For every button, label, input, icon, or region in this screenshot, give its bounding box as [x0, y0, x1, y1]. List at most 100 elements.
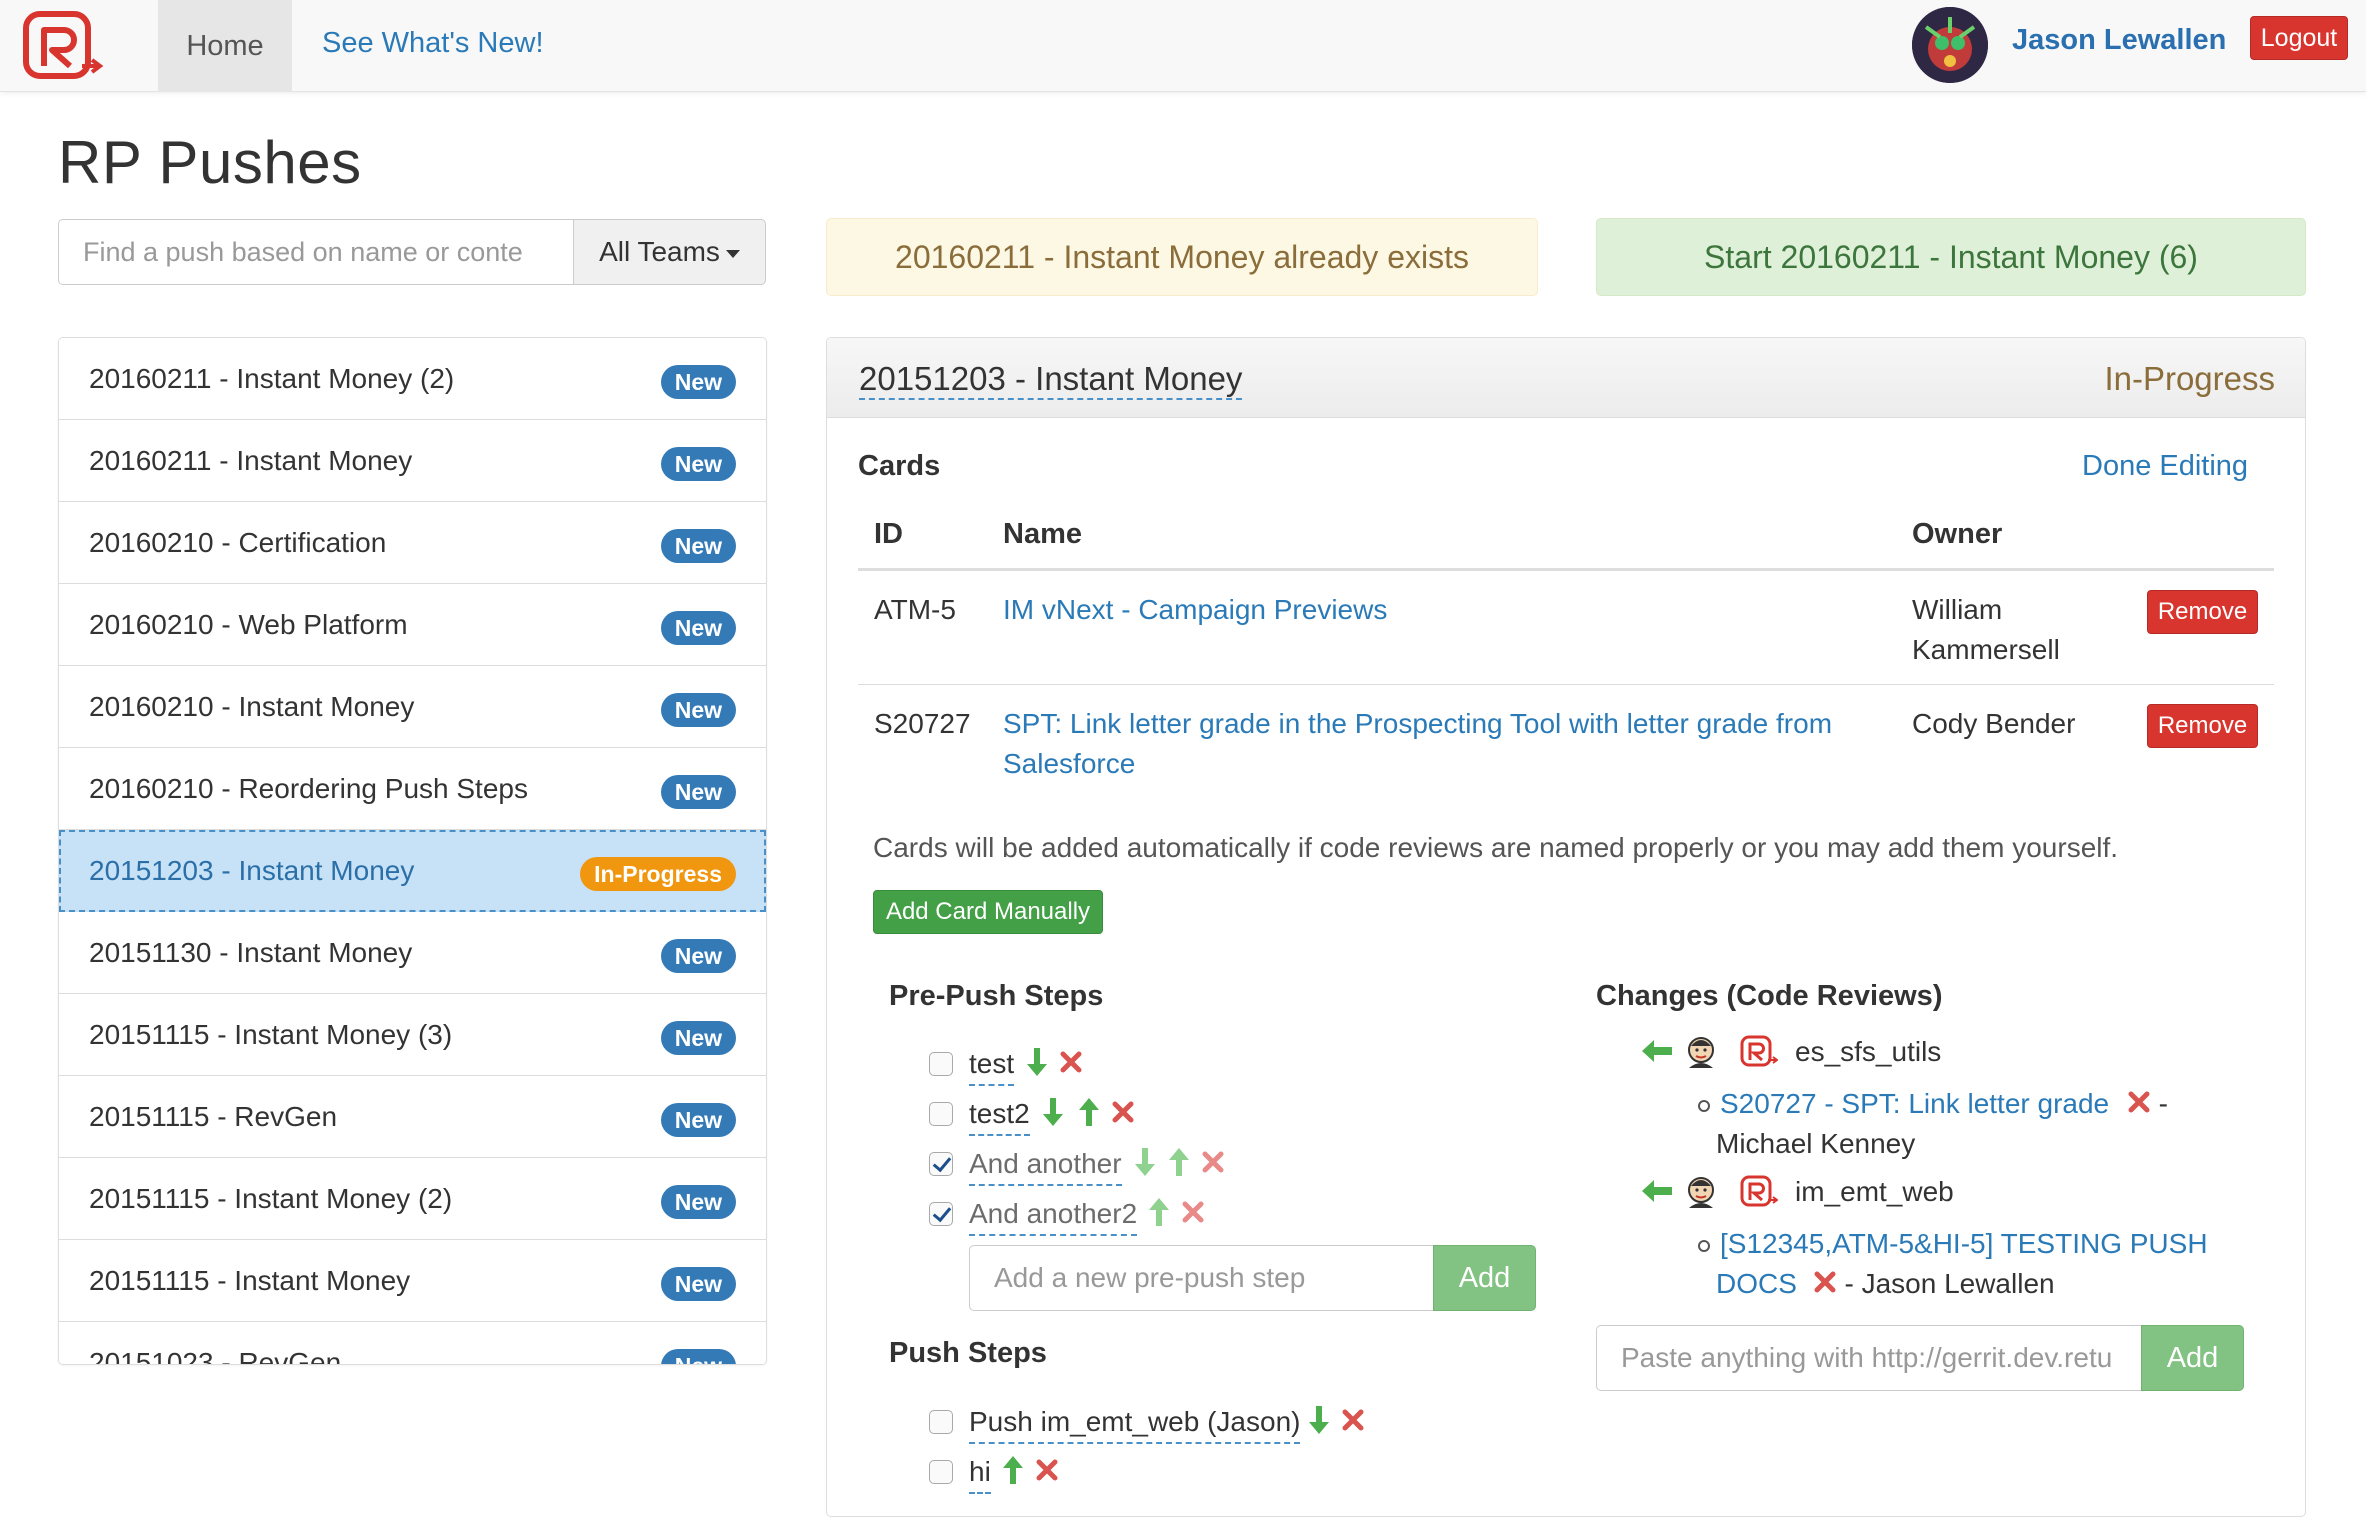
column-header-id: ID: [874, 518, 903, 550]
step-row: test2: [929, 1094, 1149, 1136]
step-checkbox[interactable]: [929, 1460, 953, 1484]
step-row: Push im_emt_web (Jason): [929, 1402, 1369, 1444]
code-review-author: Michael Kenney: [1716, 1128, 1916, 1159]
arrow-down-icon[interactable]: [1307, 1404, 1331, 1436]
add-code-review-button[interactable]: Add: [2141, 1325, 2244, 1391]
x-delete-icon[interactable]: [1341, 1404, 1365, 1436]
code-review-author: - Jason Lewallen: [1836, 1268, 2055, 1299]
status-badge: New: [660, 447, 736, 481]
list-item[interactable]: 20151115 - RevGen New: [59, 1076, 766, 1158]
avatar[interactable]: [1912, 7, 1988, 83]
push-list: 20160211 - Instant Money (2) New 2016021…: [58, 337, 767, 1365]
list-item-label: 20151023 - RevGen: [89, 1347, 342, 1365]
status-badge: New: [660, 1021, 736, 1055]
search-input[interactable]: Find a push based on name or conte: [58, 219, 574, 285]
arrow-up-icon[interactable]: [1077, 1096, 1101, 1128]
code-review-link[interactable]: S20727 - SPT: Link letter grade: [1720, 1088, 2109, 1119]
status-badge: New: [660, 1103, 736, 1137]
arrow-up-icon[interactable]: [1167, 1146, 1191, 1178]
teams-dropdown[interactable]: All Teams: [573, 219, 766, 285]
status-badge: New: [660, 693, 736, 727]
step-checkbox[interactable]: [929, 1152, 953, 1176]
step-checkbox[interactable]: [929, 1202, 953, 1226]
repo-name: im_emt_web: [1795, 1176, 1954, 1207]
user-name[interactable]: Jason Lewallen: [2012, 0, 2226, 92]
x-delete-icon[interactable]: [1201, 1146, 1225, 1178]
detail-title[interactable]: 20151203 - Instant Money: [859, 338, 1243, 400]
step-text[interactable]: And another2: [969, 1194, 1138, 1236]
column-header-owner: Owner: [1912, 518, 2003, 550]
list-item-active[interactable]: 20151203 - Instant Money In-Progress: [59, 830, 766, 912]
card-owner: Kammersell: [1912, 634, 2060, 665]
step-row: And another: [929, 1144, 1249, 1186]
caret-down-icon: [725, 249, 740, 258]
list-item[interactable]: 20160210 - Web Platform New: [59, 584, 766, 666]
list-item[interactable]: 20160211 - Instant Money New: [59, 420, 766, 502]
done-editing-link[interactable]: Done Editing: [2082, 450, 2248, 483]
table-header-divider: [858, 568, 2274, 571]
list-item[interactable]: 20151023 - RevGen New: [59, 1322, 766, 1365]
x-delete-icon[interactable]: [1181, 1196, 1205, 1228]
remove-card-button[interactable]: Remove: [2147, 704, 2258, 748]
x-delete-icon[interactable]: [2127, 1089, 2151, 1115]
step-text[interactable]: hi: [969, 1452, 991, 1494]
start-push-button[interactable]: Start 20160211 - Instant Money (6): [1596, 218, 2306, 296]
step-checkbox[interactable]: [929, 1102, 953, 1126]
step-text[interactable]: test: [969, 1044, 1015, 1086]
arrow-up-icon[interactable]: [1147, 1196, 1171, 1228]
add-pre-push-step-button[interactable]: Add: [1433, 1245, 1536, 1311]
logout-button[interactable]: Logout: [2250, 16, 2348, 60]
rp-logo-icon[interactable]: [22, 8, 104, 82]
card-id: S20727: [874, 708, 971, 739]
list-item-label: 20160211 - Instant Money: [89, 445, 413, 476]
arrow-left-icon[interactable]: [1640, 1178, 1674, 1204]
card-name-link[interactable]: SPT: Link letter grade in the Prospectin…: [1003, 704, 1832, 744]
arrow-down-icon[interactable]: [1025, 1046, 1049, 1078]
gerrit-url-input[interactable]: Paste anything with http://gerrit.dev.re…: [1596, 1325, 2142, 1391]
code-review-link[interactable]: DOCS: [1716, 1268, 1797, 1299]
list-item[interactable]: 20160210 - Certification New: [59, 502, 766, 584]
pre-push-step-input[interactable]: Add a new pre-push step: [969, 1245, 1434, 1311]
x-delete-icon[interactable]: [1035, 1454, 1059, 1486]
step-checkbox[interactable]: [929, 1410, 953, 1434]
jenkins-icon: [1688, 1177, 1714, 1208]
list-item[interactable]: 20160210 - Instant Money New: [59, 666, 766, 748]
list-item-label: 20151115 - Instant Money (2): [89, 1183, 453, 1214]
list-item[interactable]: 20160211 - Instant Money (2) New: [59, 338, 766, 420]
x-delete-icon[interactable]: [1813, 1269, 1837, 1295]
code-review-link[interactable]: [S12345,ATM-5&HI-5] TESTING PUSH: [1720, 1228, 2208, 1259]
push-exists-alert: 20160211 - Instant Money already exists: [826, 218, 1538, 296]
code-review-item: S20727 - SPT: Link letter grade -: [1698, 1084, 2168, 1124]
step-checkbox[interactable]: [929, 1052, 953, 1076]
status-badge: New: [660, 365, 736, 399]
list-item[interactable]: 20151115 - Instant Money New: [59, 1240, 766, 1322]
code-review-separator: -: [2150, 1088, 2169, 1119]
page: Home See What's New! Jason Lewallen Logo…: [0, 0, 2366, 1517]
list-item[interactable]: 20151115 - Instant Money (3) New: [59, 994, 766, 1076]
step-text[interactable]: And another: [969, 1144, 1122, 1186]
list-item[interactable]: 20151115 - Instant Money (2) New: [59, 1158, 766, 1240]
rp-logo-icon[interactable]: [1740, 1034, 1778, 1070]
arrow-up-icon[interactable]: [1001, 1454, 1025, 1486]
rp-logo-icon[interactable]: [1740, 1174, 1778, 1210]
card-name-link[interactable]: IM vNext - Campaign Previews: [1003, 590, 1387, 630]
nav-whats-new[interactable]: See What's New!: [322, 0, 544, 92]
list-item-label: 20160210 - Web Platform: [89, 609, 408, 640]
list-item[interactable]: 20151130 - Instant Money New: [59, 912, 766, 994]
x-delete-icon[interactable]: [1111, 1096, 1135, 1128]
column-header-name: Name: [1003, 518, 1082, 550]
arrow-left-icon[interactable]: [1640, 1038, 1674, 1064]
step-text[interactable]: Push im_emt_web (Jason): [969, 1402, 1301, 1444]
x-delete-icon[interactable]: [1059, 1046, 1083, 1078]
arrow-down-icon[interactable]: [1133, 1146, 1157, 1178]
push-steps-label: Push Steps: [889, 1337, 1047, 1369]
nav-home[interactable]: Home: [158, 0, 292, 92]
pre-push-steps-label: Pre-Push Steps: [889, 980, 1104, 1012]
remove-card-button[interactable]: Remove: [2147, 590, 2258, 634]
step-text[interactable]: test2: [969, 1094, 1030, 1136]
cards-help-text: Cards will be added automatically if cod…: [873, 832, 2119, 863]
add-card-button[interactable]: Add Card Manually: [873, 890, 1103, 934]
card-name-link[interactable]: Salesforce: [1003, 744, 1135, 784]
arrow-down-icon[interactable]: [1041, 1096, 1065, 1128]
list-item[interactable]: 20160210 - Reordering Push Steps New: [59, 748, 766, 830]
